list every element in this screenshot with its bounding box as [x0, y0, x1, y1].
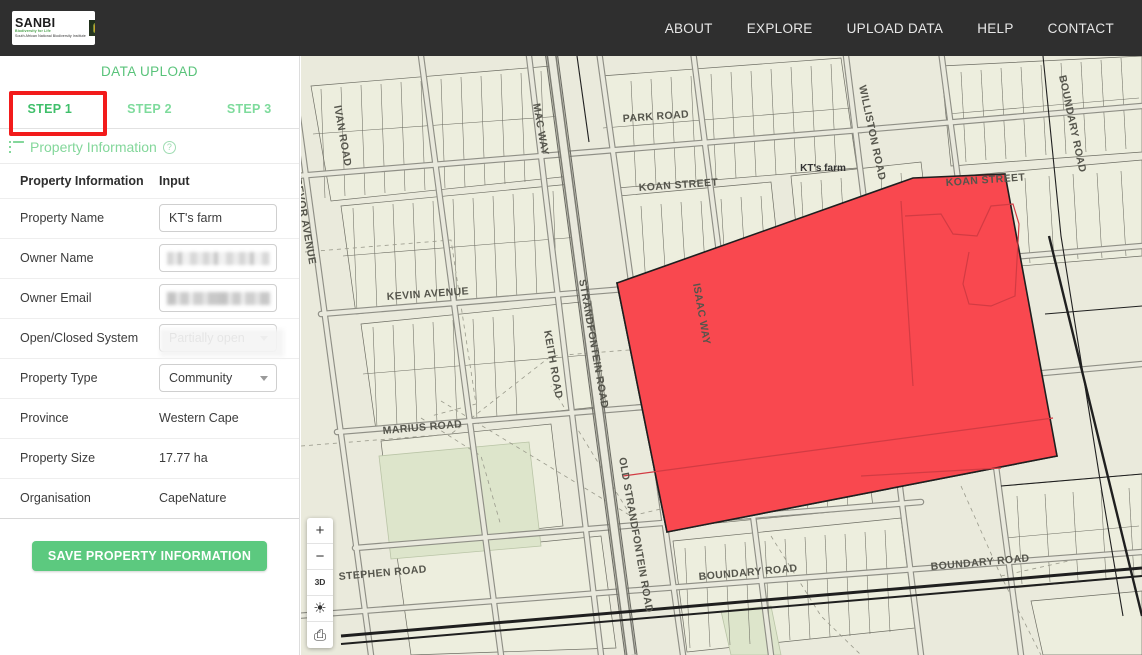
- list-icon: [9, 141, 24, 153]
- rotate-3d-button[interactable]: 3D: [307, 570, 333, 596]
- row-label-property-type: Property Type: [0, 358, 159, 399]
- tab-step-3[interactable]: STEP 3: [199, 89, 299, 128]
- sidebar-footer-area: [0, 576, 299, 655]
- property-information-table: Property Information Input Property Name…: [0, 164, 299, 519]
- map-svg: KT's farm PARK ROAD KOAN STREET KOAN STR…: [301, 56, 1142, 655]
- question-mark-circle-icon[interactable]: ?: [162, 140, 176, 154]
- owner-email-input[interactable]: [159, 284, 277, 312]
- row-label-property-name: Property Name: [0, 198, 159, 239]
- print-button[interactable]: ⎙: [307, 622, 333, 648]
- open-closed-system-value: Partially open: [169, 331, 245, 345]
- step-tabs: STEP 1 STEP 2 STEP 3: [0, 89, 299, 129]
- property-information-section-header: Property Information ?: [0, 129, 299, 164]
- nav-help[interactable]: HELP: [965, 15, 1025, 42]
- sidebar-panel: DATA UPLOAD STEP 1 STEP 2 STEP 3 Propert…: [0, 56, 300, 655]
- tab-step-1[interactable]: STEP 1: [0, 89, 100, 128]
- owner-name-input[interactable]: [159, 244, 277, 272]
- top-navigation-bar: SANBI Biodiversity for Life South Africa…: [0, 0, 1142, 56]
- main-nav: ABOUT EXPLORE UPLOAD DATA HELP CONTACT: [643, 15, 1142, 42]
- open-closed-system-select[interactable]: Partially open: [159, 324, 277, 352]
- map-controls: + − 3D ☀ ⎙: [307, 518, 333, 648]
- row-label-owner-name: Owner Name: [0, 238, 159, 279]
- parcel-label: KT's farm: [800, 163, 846, 174]
- data-upload-title: DATA UPLOAD: [101, 64, 198, 79]
- zoom-in-button[interactable]: +: [307, 518, 333, 544]
- app-root: SANBI Biodiversity for Life South Africa…: [0, 0, 1142, 655]
- property-type-select[interactable]: Community: [159, 364, 277, 392]
- logo-tagline: Biodiversity for Life: [15, 29, 51, 34]
- organisation-value: CapeNature: [159, 478, 299, 519]
- province-value: Western Cape: [159, 398, 299, 439]
- row-label-open-closed-system: Open/Closed System: [0, 318, 159, 359]
- row-label-owner-email: Owner Email: [0, 278, 159, 319]
- property-name-input[interactable]: [159, 204, 277, 232]
- chevron-down-icon: [260, 376, 268, 381]
- logo-full-name: South African National Biodiversity Inst…: [15, 34, 86, 39]
- table-row-property-type: Property Type Community: [0, 358, 299, 399]
- logo-text-block: SANBI Biodiversity for Life South Africa…: [15, 17, 86, 39]
- brightness-button[interactable]: ☀: [307, 596, 333, 622]
- chevron-down-icon: [260, 336, 268, 341]
- sanbi-logo[interactable]: SANBI Biodiversity for Life South Africa…: [12, 11, 95, 45]
- flower-photo-icon: [88, 20, 95, 36]
- table-row-organisation: Organisation CapeNature: [0, 478, 299, 519]
- logo-name: SANBI: [15, 16, 56, 31]
- table-header-row: Property Information Input: [0, 164, 299, 199]
- nav-upload-data[interactable]: UPLOAD DATA: [835, 15, 956, 42]
- nav-explore[interactable]: EXPLORE: [735, 15, 825, 42]
- table-row-province: Province Western Cape: [0, 398, 299, 439]
- row-label-property-size: Property Size: [0, 438, 159, 479]
- property-type-value: Community: [169, 371, 233, 385]
- table-row-owner-name: Owner Name: [0, 238, 299, 279]
- property-size-value: 17.77 ha: [159, 438, 299, 479]
- row-label-province: Province: [0, 398, 159, 439]
- nav-contact[interactable]: CONTACT: [1036, 15, 1126, 42]
- table-row-property-name: Property Name: [0, 198, 299, 239]
- save-property-information-button[interactable]: SAVE PROPERTY INFORMATION: [31, 540, 268, 571]
- table-row-open-closed-system: Open/Closed System Partially open: [0, 318, 299, 359]
- column-header-input: Input: [159, 164, 299, 199]
- section-heading-label: Property Information: [30, 139, 157, 155]
- save-button-container: SAVE PROPERTY INFORMATION: [0, 519, 299, 571]
- tab-step-2[interactable]: STEP 2: [99, 89, 200, 128]
- map-canvas[interactable]: KT's farm PARK ROAD KOAN STREET KOAN STR…: [301, 56, 1142, 655]
- row-label-organisation: Organisation: [0, 478, 159, 519]
- table-row-property-size: Property Size 17.77 ha: [0, 438, 299, 479]
- logo-images: [88, 20, 95, 36]
- nav-about[interactable]: ABOUT: [653, 15, 725, 42]
- zoom-out-button[interactable]: −: [307, 544, 333, 570]
- table-row-owner-email: Owner Email: [0, 278, 299, 319]
- column-header-property-information: Property Information: [0, 164, 159, 199]
